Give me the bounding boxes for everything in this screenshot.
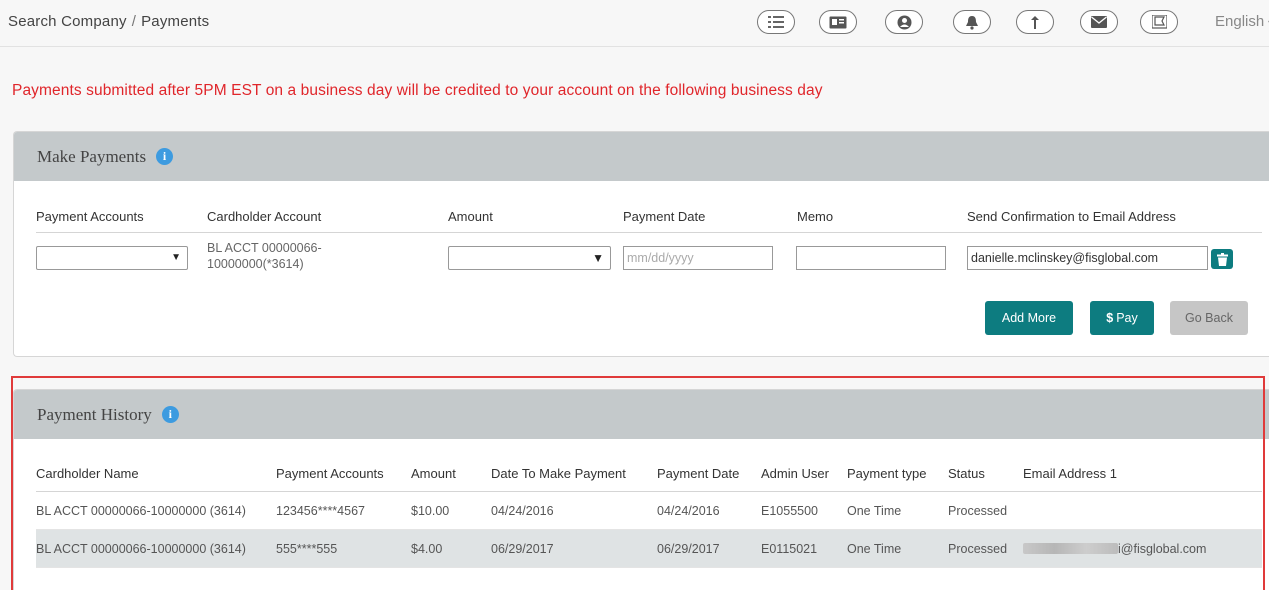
amount-cell: $4.00 (411, 541, 443, 556)
flag-icon (1151, 15, 1167, 29)
payment-type-cell: One Time (847, 541, 902, 556)
top-bar: Search Company/Payments English▼ (0, 0, 1269, 47)
col-cardholder-account: Cardholder Account (207, 209, 322, 224)
cardholder-name-cell: BL ACCT 00000066-10000000 (3614) (36, 541, 246, 556)
upload-button[interactable] (1016, 10, 1054, 34)
pay-label: Pay (1116, 311, 1138, 325)
col-payment-date: Payment Date (657, 466, 740, 481)
payment-account-select[interactable]: ▼ (36, 246, 188, 270)
info-icon[interactable]: i (161, 406, 179, 423)
mail-icon (1091, 16, 1107, 28)
breadcrumb-current: Payments (141, 13, 210, 30)
col-amount: Amount (411, 466, 456, 481)
memo-input[interactable] (796, 246, 946, 270)
email-cell: i@fisglobal.com (1023, 530, 1206, 567)
col-date-to-make-payment: Date To Make Payment (491, 466, 626, 481)
info-icon[interactable]: i (156, 148, 174, 165)
admin-user-cell: E0115021 (761, 541, 818, 556)
delete-row-button[interactable] (1211, 249, 1233, 269)
payment-history-table: Cardholder Name Payment Accounts Amount … (36, 457, 1262, 568)
table-row[interactable]: BL ACCT 00000066-10000000 (3614) 123456*… (36, 492, 1262, 530)
status-cell: Processed (948, 503, 1008, 518)
col-status: Status (948, 466, 985, 481)
amount-cell: $10.00 (411, 503, 450, 518)
col-email-address-1: Email Address 1 (1023, 466, 1117, 481)
admin-user-cell: E1055500 (761, 503, 819, 518)
breadcrumb-separator: / (131, 13, 137, 30)
date-to-make-payment-cell: 06/29/2017 (491, 541, 554, 556)
col-payment-date: Payment Date (623, 209, 706, 224)
cardholder-account-value: BL ACCT 00000066-10000000(*3614) (207, 241, 322, 271)
col-admin-user: Admin User (761, 466, 829, 481)
date-to-make-payment-cell: 04/24/2016 (491, 503, 554, 518)
col-payment-type: Payment type (847, 466, 927, 481)
profile-button[interactable] (885, 10, 923, 34)
make-payments-title: Make Payments (37, 146, 147, 166)
amount-select[interactable]: ▼ (448, 246, 611, 270)
table-header-row: Cardholder Name Payment Accounts Amount … (36, 457, 1262, 492)
payment-history-header: Payment History i (14, 390, 1269, 439)
trash-icon (1216, 252, 1228, 266)
checklist-icon (768, 16, 784, 28)
language-select[interactable]: English▼ (1215, 13, 1269, 30)
col-amount: Amount (448, 209, 493, 224)
col-send-confirmation-email: Send Confirmation to Email Address (967, 209, 1176, 224)
col-memo: Memo (797, 209, 834, 224)
breadcrumb: Search Company / Payments (8, 13, 209, 30)
chevron-down-icon: ▼ (592, 251, 604, 265)
col-cardholder-name: Cardholder Name (36, 466, 139, 481)
language-label: English (1215, 13, 1265, 30)
redacted-text (1023, 543, 1118, 554)
confirmation-email-input[interactable]: danielle.mclinskey@fisglobal.com (967, 246, 1208, 270)
cardholder-name-cell: BL ACCT 00000066-10000000 (3614) (36, 503, 246, 518)
business-day-notice: Payments submitted after 5PM EST on a bu… (12, 82, 823, 99)
notifications-button[interactable] (953, 10, 991, 34)
form-divider (36, 232, 1262, 233)
add-more-button[interactable]: Add More (985, 301, 1073, 335)
email-visible-part: i@fisglobal.com (1118, 541, 1207, 556)
payment-history-title: Payment History (37, 404, 152, 424)
payment-account-cell: 123456****4567 (276, 503, 365, 518)
make-payments-panel: Make Payments i Payment Accounts Cardhol… (13, 131, 1269, 357)
pay-button[interactable]: $ Pay (1090, 301, 1154, 335)
breadcrumb-parent[interactable]: Search Company (8, 13, 127, 30)
checklist-button[interactable] (757, 10, 795, 34)
id-card-button[interactable] (819, 10, 857, 34)
payment-date-cell: 04/24/2016 (657, 503, 720, 518)
go-back-button[interactable]: Go Back (1170, 301, 1248, 335)
col-payment-accounts: Payment Accounts (276, 466, 384, 481)
user-circle-icon (897, 15, 911, 29)
chevron-down-icon: ▼ (171, 252, 181, 263)
upload-arrow-icon (1031, 15, 1039, 29)
table-row[interactable]: BL ACCT 00000066-10000000 (3614) 555****… (36, 530, 1262, 568)
bell-icon (966, 15, 978, 30)
payment-date-cell: 06/29/2017 (657, 541, 720, 556)
payment-date-input[interactable]: mm/dd/yyyy (623, 246, 773, 270)
id-card-icon (829, 16, 847, 28)
make-payments-header: Make Payments i (14, 132, 1269, 181)
dollar-icon: $ (1106, 311, 1114, 325)
status-cell: Processed (948, 541, 1008, 556)
payment-type-cell: One Time (847, 503, 902, 518)
mail-button[interactable] (1080, 10, 1118, 34)
col-payment-accounts: Payment Accounts (36, 209, 144, 224)
payment-history-panel: Payment History i Cardholder Name Paymen… (13, 389, 1269, 590)
payment-account-cell: 555****555 (276, 541, 338, 556)
language-flag-button[interactable] (1140, 10, 1178, 34)
